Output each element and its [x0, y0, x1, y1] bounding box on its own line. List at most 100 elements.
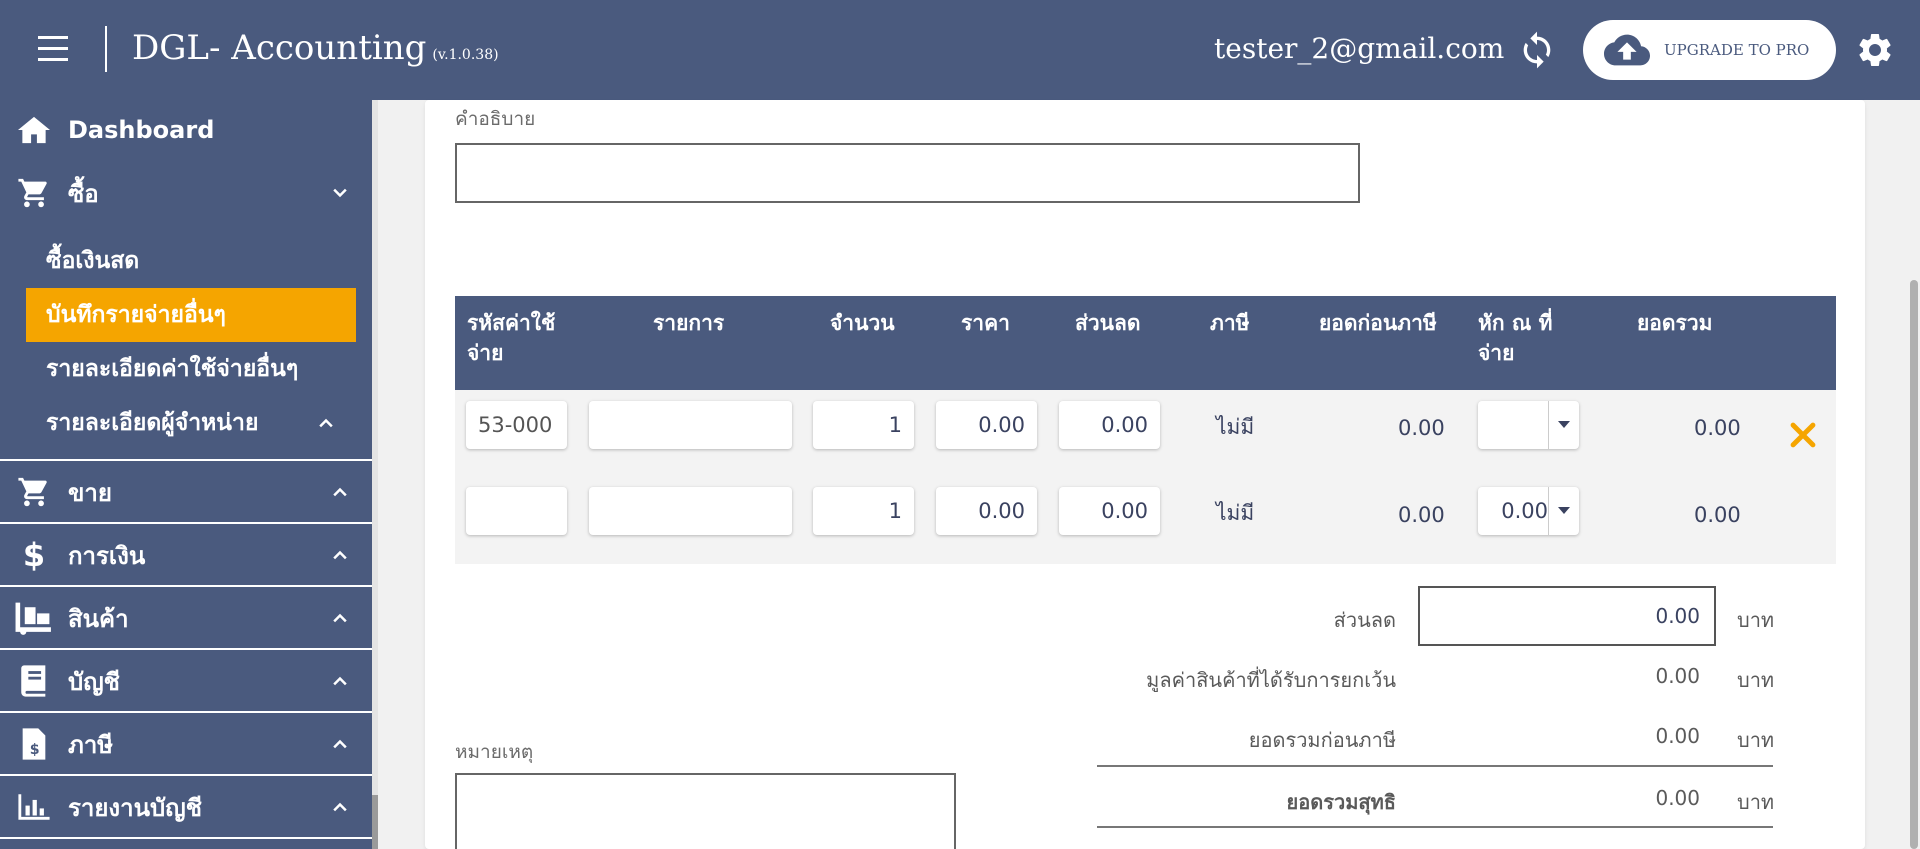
sidebar-item-products[interactable]: สินค้า: [0, 587, 372, 649]
sidebar-item-label: รายงานบัญชี: [68, 793, 203, 822]
sidebar-subitem-cash-purchase[interactable]: ซื้อเงินสด: [26, 234, 356, 288]
dropdown-arrow-icon: [1558, 507, 1570, 514]
chevron-up-icon: [333, 802, 347, 812]
summary-discount-input[interactable]: 0.00: [1418, 586, 1716, 646]
header-item: รายการ: [653, 311, 725, 335]
summary-net-unit: บาท: [1737, 790, 1775, 814]
sidebar-item-reports[interactable]: รายงานบัญชี: [0, 776, 372, 838]
sidebar-subitem-vendor-details[interactable]: รายละเอียดผู้จำหน่าย: [26, 396, 356, 450]
sidebar-item-accounts[interactable]: บัญชี: [0, 650, 372, 712]
header-quantity: จำนวน: [830, 311, 895, 335]
sidebar-subitem-label: รายละเอียดผู้จำหน่าย: [46, 410, 259, 436]
header-expense-code: รหัสค่าใช้จ่าย: [467, 308, 555, 368]
sidebar-scrollbar[interactable]: [372, 100, 378, 849]
summary-pretax-unit: บาท: [1737, 728, 1775, 752]
sidebar-subitem-label: บันทึกรายจ่ายอื่นๆ: [46, 302, 226, 328]
summary-exempt-unit: บาท: [1737, 668, 1775, 692]
total-value: 0.00: [1694, 416, 1741, 440]
dollar-icon: $: [22, 536, 46, 574]
price-input[interactable]: 0.00: [936, 487, 1037, 535]
sidebar-item-label: ซื้อ: [68, 179, 99, 208]
sidebar-item-label: การเงิน: [68, 541, 146, 570]
select-divider: [1548, 487, 1549, 535]
bar-chart-icon: [14, 787, 54, 827]
sidebar-item-tax[interactable]: $ ภาษี: [0, 713, 372, 775]
sidebar-item-finance[interactable]: $ การเงิน: [0, 524, 372, 586]
expense-code-input[interactable]: [466, 487, 567, 535]
chevron-up-icon: [333, 739, 347, 749]
tax-value: ไม่มี: [1216, 501, 1255, 525]
sidebar-item-label: ขาย: [68, 478, 112, 507]
summary-divider: [1097, 765, 1773, 767]
note-input[interactable]: [455, 773, 956, 849]
svg-text:$: $: [30, 742, 40, 758]
header-tax: ภาษี: [1210, 311, 1250, 335]
select-divider: [1548, 401, 1549, 449]
close-icon[interactable]: [1786, 418, 1820, 452]
summary-net-value: 0.00: [1655, 786, 1700, 810]
app-name: DGL- Accounting: [132, 28, 427, 68]
withholding-select[interactable]: 0.00: [1478, 487, 1579, 535]
summary-exempt-label: มูลค่าสินค้าที่ได้รับการยกเว้น: [1146, 668, 1396, 692]
cart-icon: [14, 472, 54, 512]
sidebar-subitem-label: รายละเอียดค่าใช้จ่ายอื่นๆ: [46, 356, 299, 382]
cloud-upload-icon: [1604, 34, 1650, 66]
withholding-value: 0.00: [1501, 499, 1548, 523]
header-expense-code-line2: จ่าย: [467, 341, 504, 365]
line-items-table-header: รหัสค่าใช้ จ่าย รายการ จำนวน ราคา ส่วนลด …: [455, 296, 1836, 390]
description-label: คำอธิบาย: [455, 108, 536, 130]
total-value: 0.00: [1694, 503, 1741, 527]
withholding-value: [1478, 401, 1548, 449]
upgrade-label: UPGRADE TO PRO: [1664, 41, 1810, 59]
chevron-up-icon: [319, 418, 333, 428]
discount-input[interactable]: 0.00: [1059, 487, 1160, 535]
header-pretax: ยอดก่อนภาษี: [1319, 311, 1437, 335]
top-bar: DGL- Accounting (v.1.0.38) tester_2@gmail…: [0, 0, 1920, 100]
expense-code-input[interactable]: 53-000: [466, 401, 567, 449]
sidebar-scrollbar-thumb[interactable]: [372, 795, 378, 849]
gear-icon[interactable]: [1855, 30, 1895, 70]
upgrade-to-pro-button[interactable]: UPGRADE TO PRO: [1583, 20, 1836, 80]
price-input[interactable]: 0.00: [936, 401, 1037, 449]
chevron-up-icon: [333, 550, 347, 560]
summary-divider: [1097, 826, 1773, 828]
app-title: DGL- Accounting (v.1.0.38): [132, 28, 499, 68]
discount-input[interactable]: 0.00: [1059, 401, 1160, 449]
chevron-up-icon: [333, 487, 347, 497]
chevron-up-icon: [333, 613, 347, 623]
summary-pretax-value: 0.00: [1655, 724, 1700, 748]
sidebar-item-dashboard[interactable]: Dashboard: [0, 99, 372, 161]
sidebar-item-sell[interactable]: ขาย: [0, 461, 372, 523]
sidebar-item-label: Dashboard: [68, 116, 215, 144]
book-icon: [14, 661, 54, 701]
item-input[interactable]: [589, 401, 792, 449]
item-input[interactable]: [589, 487, 792, 535]
note-label: หมายเหตุ: [455, 741, 534, 763]
chevron-down-icon: [333, 188, 347, 198]
app-version: (v.1.0.38): [432, 47, 499, 63]
withholding-select[interactable]: [1478, 401, 1579, 449]
header-total: ยอดรวม: [1637, 311, 1713, 335]
quantity-input[interactable]: 1: [813, 401, 914, 449]
quantity-input[interactable]: 1: [813, 487, 914, 535]
summary-pretax-label: ยอดรวมก่อนภาษี: [1248, 728, 1396, 752]
sidebar-divider: [0, 837, 372, 839]
header-withholding-line2: จ่าย: [1478, 341, 1515, 365]
header-withholding-line1: หัก ณ ที่: [1478, 311, 1553, 335]
pretax-value: 0.00: [1398, 503, 1445, 527]
header-expense-code-line1: รหัสค่าใช้: [467, 311, 556, 335]
chevron-up-icon: [333, 676, 347, 686]
sync-icon[interactable]: [1517, 30, 1557, 70]
sidebar-item-buy[interactable]: ซื้อ: [0, 162, 372, 224]
description-input[interactable]: [455, 143, 1360, 203]
sidebar-subitem-other-expenses[interactable]: บันทึกรายจ่ายอื่นๆ: [26, 288, 356, 342]
summary-exempt-value: 0.00: [1655, 664, 1700, 688]
page-scrollbar-thumb[interactable]: [1910, 280, 1918, 849]
invoice-dollar-icon: $: [14, 724, 54, 764]
dolly-boxes-icon: [14, 598, 54, 638]
sidebar-subitem-expense-details[interactable]: รายละเอียดค่าใช้จ่ายอื่นๆ: [26, 342, 356, 396]
page-scrollbar[interactable]: [1908, 100, 1920, 849]
sidebar-subitem-label: ซื้อเงินสด: [46, 248, 140, 274]
hamburger-menu-icon[interactable]: [38, 36, 68, 62]
dropdown-arrow-icon: [1558, 421, 1570, 428]
